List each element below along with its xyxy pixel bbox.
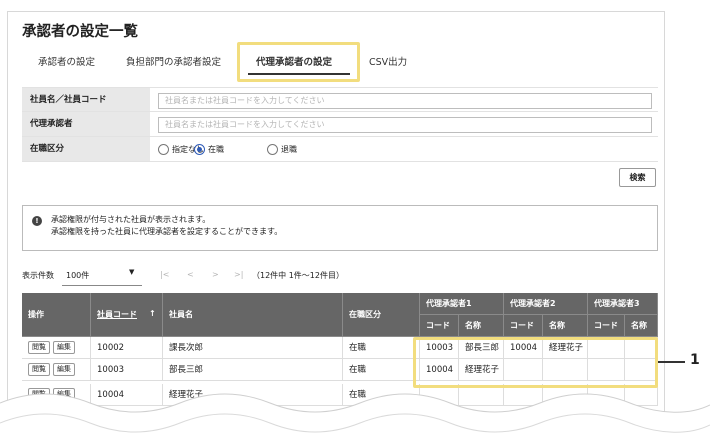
table-row-actions: 閲覧 編集: [22, 359, 91, 381]
header-proxy-1: 代理承認者1: [420, 293, 504, 315]
table-row-actions: 閲覧 編集: [22, 337, 91, 359]
radio-circle-icon: [158, 144, 169, 155]
cell-code: 10002: [91, 337, 163, 359]
employee-search-input[interactable]: 社員名または社員コードを入力してください: [158, 93, 652, 109]
torn-edge-wave: [0, 393, 710, 448]
proxy-filter-label: 代理承認者: [22, 112, 150, 136]
per-page-select[interactable]: 100件: [66, 270, 89, 281]
pager-summary: （12件中 1件～12件目）: [252, 271, 344, 280]
cell-status: 在職: [343, 337, 420, 359]
radio-checked-icon: [194, 144, 205, 155]
radio-retired[interactable]: 退職: [267, 144, 297, 156]
info-line-1: 承認権限が付与された社員が表示されます。: [51, 215, 211, 224]
tab-approver-settings[interactable]: 承認者の設定: [38, 54, 95, 68]
proxy-filter-row: 代理承認者 社員名または社員コードを入力してください: [22, 112, 658, 137]
view-button[interactable]: 閲覧: [28, 341, 50, 354]
proxy-highlight-box: [413, 337, 658, 388]
edit-button[interactable]: 編集: [53, 363, 75, 376]
info-line-2: 承認権限を持った社員に代理承認者を設定することができます。: [51, 227, 283, 236]
info-icon: !: [32, 216, 42, 226]
cell-status: 在職: [343, 359, 420, 381]
next-page-button[interactable]: >: [212, 270, 219, 279]
header-proxy-3-name: 名称: [625, 315, 658, 337]
radio-circle-icon: [267, 144, 278, 155]
radio-label: 退職: [281, 145, 297, 154]
header-proxy-3: 代理承認者3: [588, 293, 658, 315]
cell-name: 部長三郎: [163, 359, 343, 381]
last-page-button[interactable]: >|: [234, 270, 243, 279]
edit-button[interactable]: 編集: [53, 341, 75, 354]
radio-employed[interactable]: 在職: [194, 144, 224, 156]
header-proxy-1-name: 名称: [459, 315, 504, 337]
cell-name: 課長次郎: [163, 337, 343, 359]
header-proxy-2: 代理承認者2: [504, 293, 588, 315]
tab-highlight-box: [237, 42, 360, 82]
header-status: 在職区分: [343, 293, 420, 337]
per-page-label: 表示件数: [22, 271, 54, 280]
header-employee-name: 社員名: [163, 293, 343, 337]
page-title: 承認者の設定一覧: [22, 24, 138, 40]
header-employee-code[interactable]: 社員コード ↑: [91, 293, 163, 337]
cell-code: 10003: [91, 359, 163, 381]
info-message: ! 承認権限が付与された社員が表示されます。 承認権限を持った社員に代理承認者を…: [22, 205, 658, 251]
header-proxy-3-code: コード: [588, 315, 625, 337]
callout-line: [658, 361, 685, 363]
header-proxy-2-name: 名称: [543, 315, 588, 337]
per-page-underline: [62, 285, 142, 286]
header-action: 操作: [22, 293, 91, 337]
chevron-down-icon[interactable]: ▼: [129, 268, 134, 276]
header-proxy-1-code: コード: [420, 315, 459, 337]
screenshot-stage: 承認者の設定一覧 承認者の設定 負担部門の承認者設定 代理承認者の設定 CSV出…: [0, 0, 710, 448]
proxy-search-input[interactable]: 社員名または社員コードを入力してください: [158, 117, 652, 133]
view-button[interactable]: 閲覧: [28, 363, 50, 376]
sort-asc-icon: ↑: [149, 309, 156, 318]
employee-filter-row: 社員名／社員コード 社員名または社員コードを入力してください: [22, 87, 658, 112]
radio-label: 在職: [208, 145, 224, 154]
header-proxy-2-code: コード: [504, 315, 543, 337]
employee-filter-label: 社員名／社員コード: [22, 88, 150, 111]
tab-csv-export[interactable]: CSV出力: [369, 54, 407, 68]
status-filter-label: 在職区分: [22, 137, 150, 161]
prev-page-button[interactable]: <: [187, 270, 194, 279]
callout-number: 1: [690, 352, 700, 368]
status-filter-row: 在職区分 指定なし 在職 退職: [22, 137, 658, 162]
search-button[interactable]: 検索: [619, 168, 656, 187]
first-page-button[interactable]: |<: [160, 270, 169, 279]
tab-department-approver[interactable]: 負担部門の承認者設定: [126, 54, 221, 68]
